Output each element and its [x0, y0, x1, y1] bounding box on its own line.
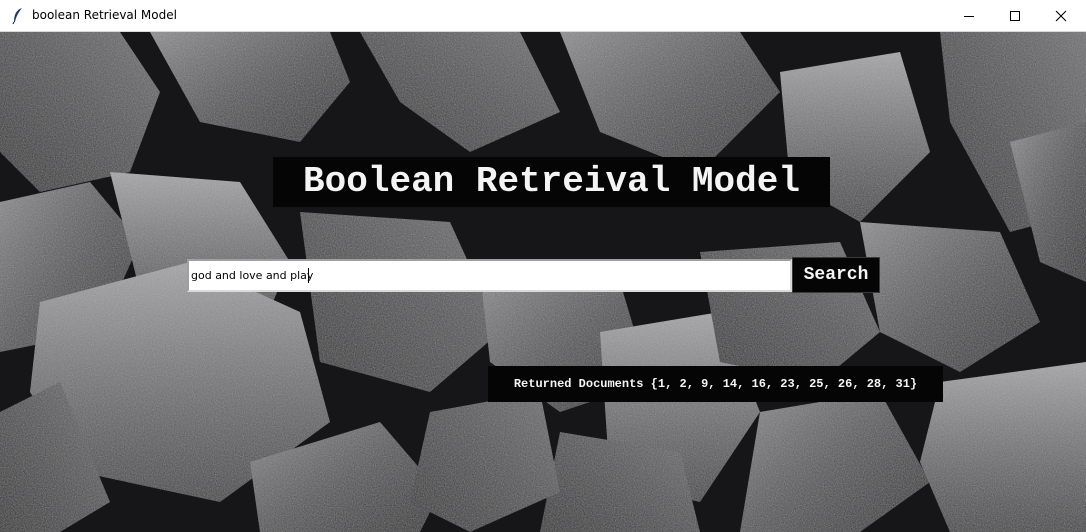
text-cursor [308, 268, 309, 283]
maximize-button[interactable] [992, 0, 1038, 31]
minimize-icon [964, 15, 974, 17]
page-title: Boolean Retreival Model [273, 157, 830, 207]
close-icon [1055, 10, 1067, 21]
search-input[interactable] [187, 259, 792, 292]
window-title: boolean Retrieval Model [32, 8, 177, 22]
result-label: Returned Documents {1, 2, 9, 14, 16, 23,… [488, 366, 943, 402]
maximize-icon [1010, 10, 1020, 21]
title-bar[interactable]: boolean Retrieval Model [0, 0, 1086, 32]
search-button[interactable]: Search [792, 257, 880, 293]
feather-icon [12, 8, 22, 25]
minimize-button[interactable] [946, 0, 992, 31]
main-content: Boolean Retreival Model Search Returned … [0, 32, 1086, 532]
app-window: boolean Retrieval Model Boolean Retreiva… [0, 0, 1086, 532]
close-button[interactable] [1038, 0, 1084, 31]
